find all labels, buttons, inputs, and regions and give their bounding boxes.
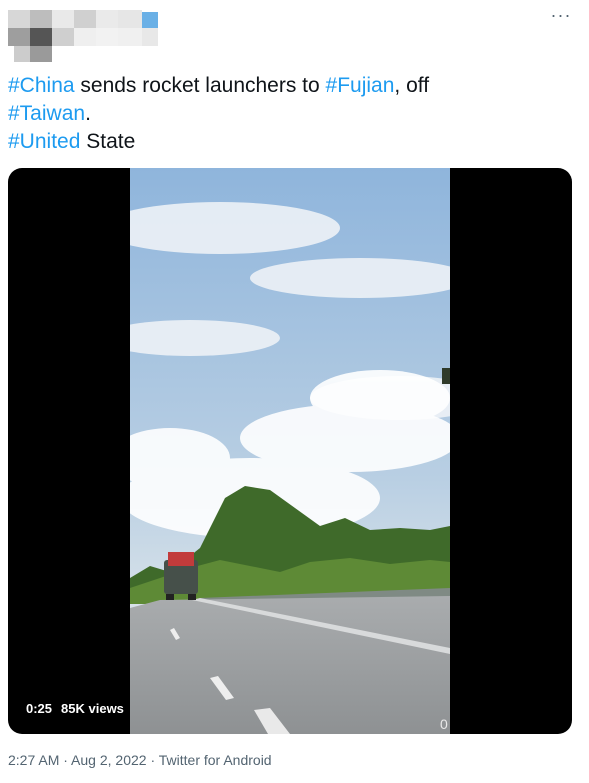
tweet-text-part: sends rocket launchers to [74,74,326,97]
meta-separator: · [146,752,159,768]
tweet-metadata: 2:27 AM · Aug 2, 2022 · Twitter for Andr… [8,752,272,768]
video-player[interactable]: 0:25 85K views 0 [8,168,572,734]
tweet-text-part: , off [394,74,430,97]
hashtag-fujian[interactable]: #Fujian [326,74,395,97]
hashtag-united[interactable]: #United [8,130,80,153]
video-views: 85K views [61,701,124,716]
tweet-time[interactable]: 2:27 AM [8,752,59,768]
meta-separator: · [59,752,72,768]
tweet-date[interactable]: Aug 2, 2022 [71,752,147,768]
hashtag-china[interactable]: #China [8,74,75,97]
video-frame-corner-text: 0 [440,716,448,732]
more-icon: ··· [550,5,572,25]
video-frame [130,168,450,734]
video-duration: 0:25 [26,701,53,716]
tweet-text-part: State [80,130,136,153]
tweet-source[interactable]: Twitter for Android [159,752,272,768]
tweet-text: #China sends rocket launchers to #Fujian… [8,72,568,156]
more-options-button[interactable]: ··· [547,5,575,28]
tweet-text-part: . [85,102,91,125]
video-info-badge: 0:25 85K views [20,698,130,720]
hashtag-taiwan[interactable]: #Taiwan [8,102,85,125]
user-avatar-blurred[interactable] [8,10,158,62]
